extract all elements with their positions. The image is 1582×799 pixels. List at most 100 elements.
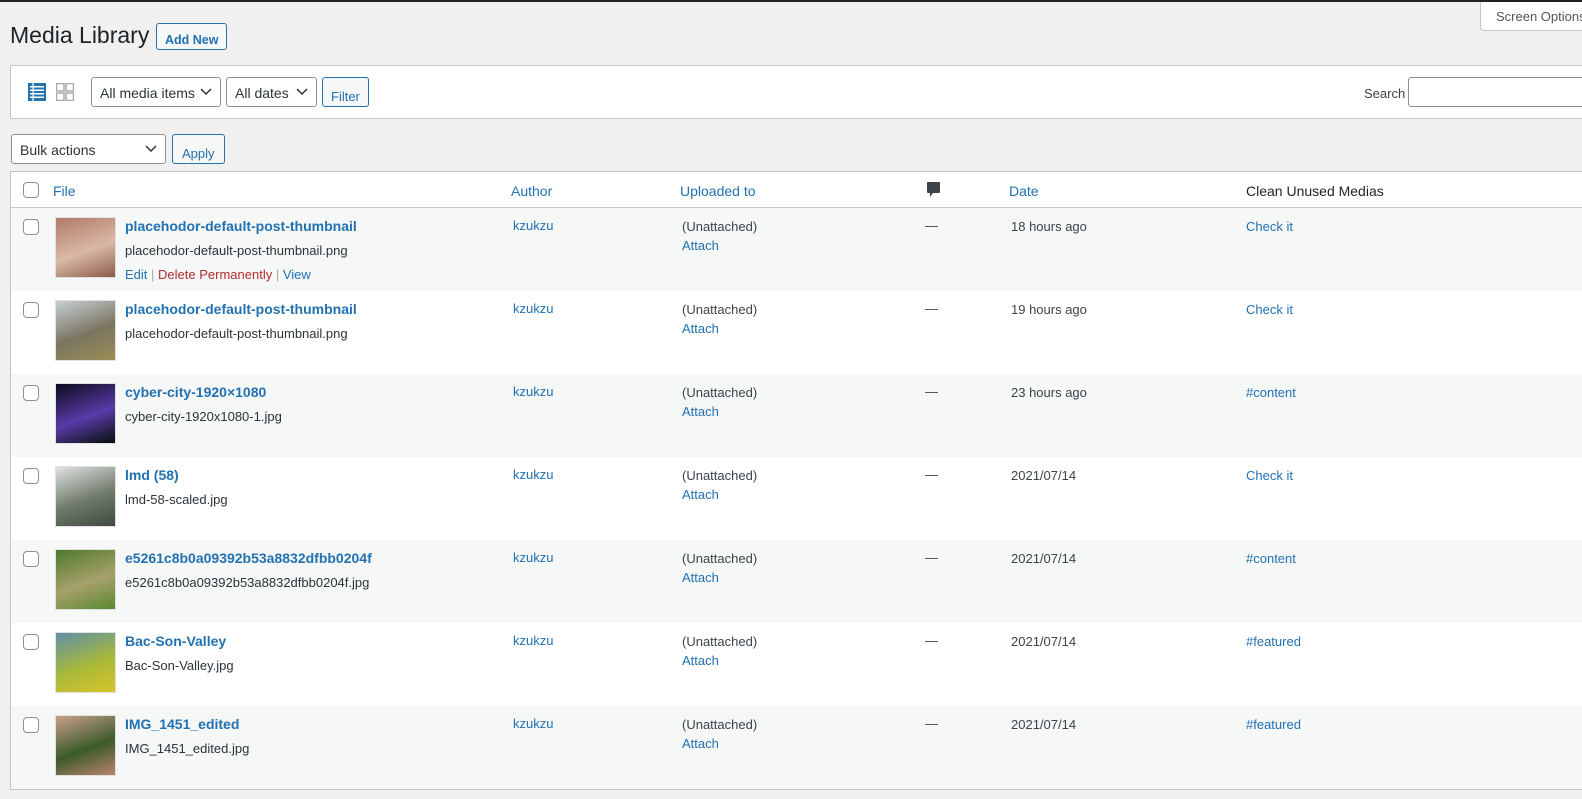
- chevron-down-icon: [200, 88, 212, 96]
- clean-unused-status-link[interactable]: #content: [1246, 385, 1296, 400]
- list-view-icon[interactable]: [28, 83, 46, 101]
- media-filename: IMG_1451_edited.jpg: [125, 741, 250, 756]
- media-thumbnail[interactable]: [55, 383, 116, 444]
- attach-link[interactable]: Attach: [682, 736, 719, 751]
- attach-link[interactable]: Attach: [682, 321, 719, 336]
- row-checkbox[interactable]: [23, 551, 39, 567]
- media-title-link[interactable]: Bac-Son-Valley: [125, 633, 226, 649]
- thumbnail-image: [56, 633, 115, 692]
- column-file[interactable]: File: [53, 183, 76, 199]
- media-filename: placehodor-default-post-thumbnail.png: [125, 243, 348, 258]
- row-checkbox[interactable]: [23, 717, 39, 733]
- attach-link[interactable]: Attach: [682, 238, 719, 253]
- thumbnail-image: [56, 218, 115, 277]
- table-row: cyber-city-1920×1080 cyber-city-1920x108…: [11, 374, 1582, 457]
- media-title-link[interactable]: lmd (58): [125, 467, 179, 483]
- row-checkbox[interactable]: [23, 468, 39, 484]
- author-link[interactable]: kzukzu: [513, 301, 553, 316]
- media-filename: Bac-Son-Valley.jpg: [125, 658, 234, 673]
- attach-link[interactable]: Attach: [682, 404, 719, 419]
- upload-date: 2021/07/14: [1011, 634, 1077, 649]
- media-type-select[interactable]: All media items: [91, 77, 221, 107]
- clean-unused-status-link[interactable]: Check it: [1246, 219, 1293, 234]
- media-filename: placehodor-default-post-thumbnail.png: [125, 326, 348, 341]
- comment-bubble-icon[interactable]: [927, 182, 940, 201]
- media-thumbnail[interactable]: [55, 715, 116, 776]
- clean-unused-status-link[interactable]: Check it: [1246, 302, 1293, 317]
- bulk-actions-value: Bulk actions: [20, 142, 96, 158]
- comment-count: —: [925, 384, 938, 399]
- thumbnail-image: [56, 550, 115, 609]
- author-link[interactable]: kzukzu: [513, 467, 553, 482]
- thumbnail-image: [56, 467, 115, 526]
- comment-count: —: [925, 301, 938, 316]
- comment-count: —: [925, 716, 938, 731]
- column-author[interactable]: Author: [511, 183, 552, 199]
- media-title-link[interactable]: e5261c8b0a09392b53a8832dfbb0204f: [125, 550, 372, 566]
- media-type-value: All media items: [100, 85, 195, 101]
- bulk-actions-select[interactable]: Bulk actions: [11, 134, 166, 164]
- media-title-link[interactable]: placehodor-default-post-thumbnail: [125, 301, 357, 317]
- media-filter-bar: All media items All dates Filter Search: [10, 65, 1582, 119]
- clean-unused-status-link[interactable]: #content: [1246, 551, 1296, 566]
- table-row: lmd (58) lmd-58-scaled.jpg kzukzu (Unatt…: [11, 457, 1582, 540]
- media-filename: e5261c8b0a09392b53a8832dfbb0204f.jpg: [125, 575, 370, 590]
- media-title-link[interactable]: cyber-city-1920×1080: [125, 384, 266, 400]
- media-thumbnail[interactable]: [55, 632, 116, 693]
- thumbnail-image: [56, 384, 115, 443]
- select-all-checkbox[interactable]: [23, 182, 39, 198]
- edit-link[interactable]: Edit: [125, 267, 147, 282]
- media-thumbnail[interactable]: [55, 466, 116, 527]
- author-link[interactable]: kzukzu: [513, 384, 553, 399]
- row-checkbox[interactable]: [23, 385, 39, 401]
- attach-link[interactable]: Attach: [682, 653, 719, 668]
- screen-options-button[interactable]: Screen Options: [1480, 2, 1582, 31]
- upload-date: 18 hours ago: [1011, 219, 1087, 234]
- media-table: File Author Uploaded to Date Clean Unuse…: [10, 171, 1582, 790]
- grid-view-icon[interactable]: [55, 82, 75, 102]
- media-title-link[interactable]: placehodor-default-post-thumbnail: [125, 218, 357, 234]
- table-row: placehodor-default-post-thumbnail placeh…: [11, 208, 1582, 291]
- uploaded-to-status: (Unattached): [682, 385, 758, 400]
- view-link[interactable]: View: [283, 267, 311, 282]
- uploaded-to-status: (Unattached): [682, 551, 758, 566]
- attach-link[interactable]: Attach: [682, 487, 719, 502]
- row-checkbox[interactable]: [23, 219, 39, 235]
- admin-top-bar: [0, 0, 1582, 2]
- filter-button[interactable]: Filter: [322, 77, 369, 107]
- column-uploaded-to[interactable]: Uploaded to: [680, 183, 756, 199]
- uploaded-to-status: (Unattached): [682, 468, 758, 483]
- separator: |: [275, 267, 280, 282]
- add-new-button[interactable]: Add New: [156, 23, 228, 50]
- clean-unused-status-link[interactable]: #featured: [1246, 717, 1301, 732]
- clean-unused-status-link[interactable]: Check it: [1246, 468, 1293, 483]
- clean-unused-status-link[interactable]: #featured: [1246, 634, 1301, 649]
- table-header: File Author Uploaded to Date Clean Unuse…: [11, 172, 1582, 208]
- uploaded-to-status: (Unattached): [682, 634, 758, 649]
- chevron-down-icon: [296, 88, 308, 96]
- media-title-link[interactable]: IMG_1451_edited: [125, 716, 239, 732]
- column-date[interactable]: Date: [1009, 183, 1039, 199]
- media-thumbnail[interactable]: [55, 300, 116, 361]
- delete-permanently-link[interactable]: Delete Permanently: [158, 267, 272, 282]
- author-link[interactable]: kzukzu: [513, 716, 553, 731]
- upload-date: 19 hours ago: [1011, 302, 1087, 317]
- row-checkbox[interactable]: [23, 634, 39, 650]
- author-link[interactable]: kzukzu: [513, 550, 553, 565]
- thumbnail-image: [56, 716, 115, 775]
- comment-count: —: [925, 550, 938, 565]
- upload-date: 2021/07/14: [1011, 551, 1077, 566]
- media-thumbnail[interactable]: [55, 217, 116, 278]
- search-input[interactable]: [1408, 77, 1582, 107]
- table-body: placehodor-default-post-thumbnail placeh…: [11, 208, 1582, 789]
- row-checkbox[interactable]: [23, 302, 39, 318]
- table-row: placehodor-default-post-thumbnail placeh…: [11, 291, 1582, 374]
- date-select[interactable]: All dates: [226, 77, 317, 107]
- media-thumbnail[interactable]: [55, 549, 116, 610]
- comment-count: —: [925, 218, 938, 233]
- row-actions: Edit | Delete Permanently | View: [125, 267, 311, 282]
- apply-button[interactable]: Apply: [172, 134, 225, 164]
- author-link[interactable]: kzukzu: [513, 218, 553, 233]
- attach-link[interactable]: Attach: [682, 570, 719, 585]
- author-link[interactable]: kzukzu: [513, 633, 553, 648]
